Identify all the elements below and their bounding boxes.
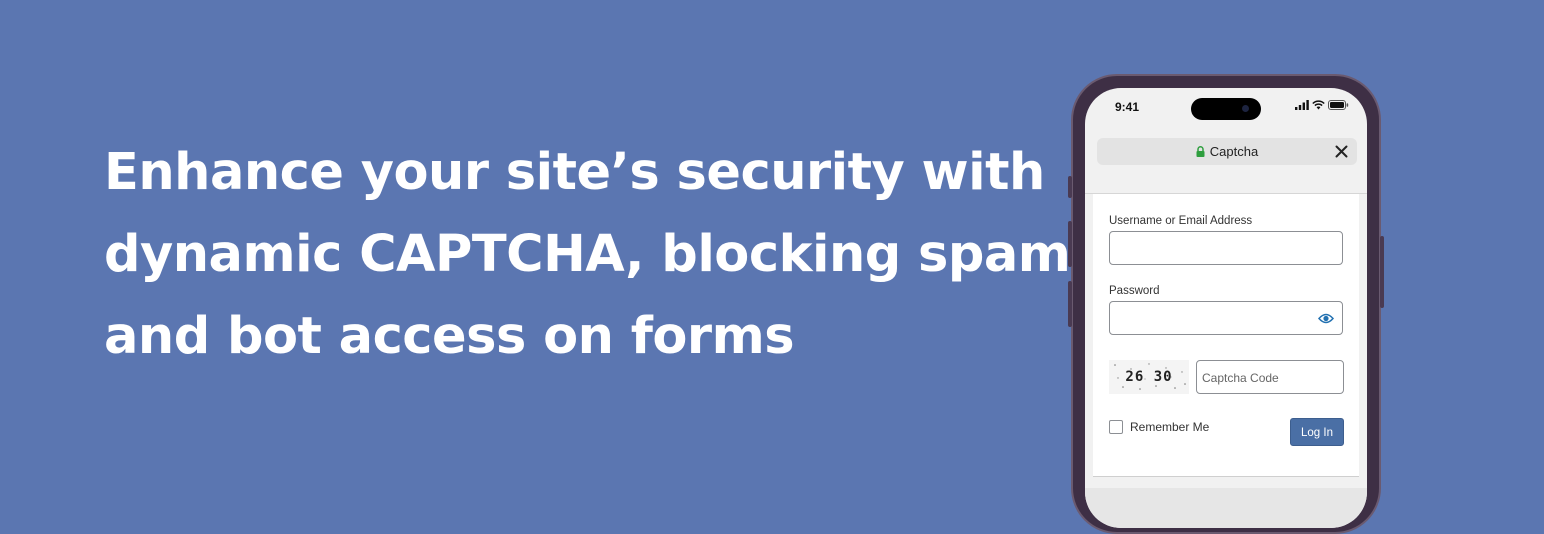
lock-icon	[1196, 146, 1205, 157]
username-label: Username or Email Address	[1109, 215, 1253, 227]
url-title: Captcha	[1209, 144, 1259, 159]
headline-line-2: dynamic CAPTCHA, blocking spam	[104, 225, 1071, 284]
close-icon[interactable]	[1334, 144, 1349, 159]
remember-me[interactable]: Remember Me	[1109, 420, 1209, 434]
remember-me-checkbox[interactable]	[1109, 420, 1123, 434]
phone-mockup: 9:41 Captcha Username or Email Address P…	[1068, 74, 1384, 534]
show-password-eye-icon[interactable]	[1318, 313, 1334, 324]
password-label: Password	[1109, 285, 1160, 297]
browser-url-bar[interactable]: Captcha	[1097, 138, 1357, 165]
headline-line-1: Enhance your site’s security with	[104, 143, 1045, 202]
camera-icon	[1242, 105, 1249, 112]
status-time: 9:41	[1115, 100, 1140, 114]
log-in-button[interactable]: Log In	[1290, 418, 1344, 446]
captcha-code-input[interactable]: Captcha Code	[1196, 360, 1344, 394]
password-input[interactable]	[1109, 301, 1343, 335]
phone-volume-up-button	[1068, 221, 1072, 267]
phone-side-button	[1068, 176, 1072, 198]
captcha-image: 26 30	[1109, 360, 1189, 394]
headline: Enhance your site’s security with dynami…	[104, 132, 1071, 378]
headline-line-3: and bot access on forms	[104, 307, 795, 366]
battery-icon	[1328, 100, 1349, 110]
captcha-code-text: 26 30	[1125, 369, 1173, 385]
page-footer-area	[1085, 488, 1367, 528]
url-title-wrap: Captcha	[1097, 144, 1357, 159]
login-form: Username or Email Address Password 26 30…	[1093, 194, 1359, 477]
wifi-icon	[1312, 100, 1325, 110]
remember-me-label: Remember Me	[1130, 420, 1210, 434]
dynamic-island	[1191, 98, 1261, 120]
status-bar: 9:41	[1085, 88, 1367, 132]
signal-icon	[1295, 100, 1309, 110]
status-icons	[1295, 100, 1349, 110]
phone-power-button	[1380, 236, 1384, 308]
username-input[interactable]	[1109, 231, 1343, 265]
phone-screen: 9:41 Captcha Username or Email Address P…	[1085, 88, 1367, 528]
phone-volume-down-button	[1068, 281, 1072, 327]
